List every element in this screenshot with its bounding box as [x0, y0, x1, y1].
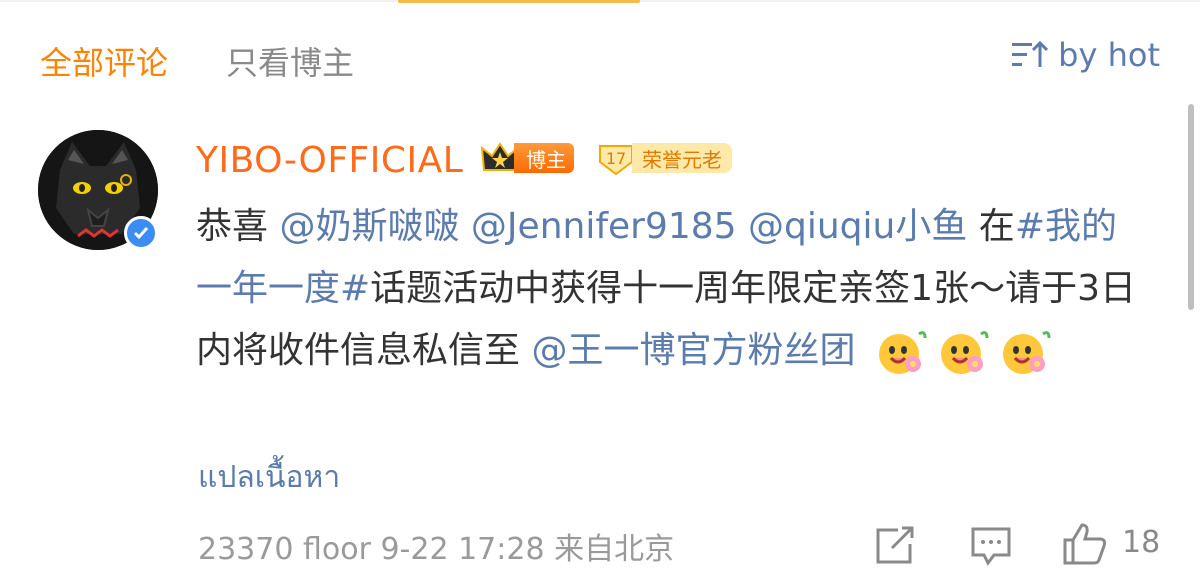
- tab-owner-only[interactable]: 只看博主: [226, 38, 354, 84]
- honor-badge: 17 荣誉元老: [596, 140, 732, 176]
- owner-badge-label: 博主: [514, 143, 574, 173]
- sort-icon: [1012, 40, 1049, 67]
- comment-meta: 23370 floor 9-22 17:28 来自北京: [198, 524, 674, 568]
- mention-link[interactable]: @王一博官方粉丝团: [531, 330, 855, 371]
- tab-all-comments[interactable]: 全部评论: [40, 38, 168, 84]
- floor-number: 23370 floor: [198, 532, 371, 567]
- like-count: 18: [1122, 525, 1161, 560]
- mention-link[interactable]: @qiuqiu小鱼: [748, 206, 967, 247]
- scrollbar[interactable]: [1188, 104, 1194, 310]
- comment-text-prefix: 恭喜: [196, 206, 280, 247]
- verified-icon: [124, 216, 158, 250]
- flower-emoji-icon: [1002, 331, 1051, 374]
- location: 来自北京: [554, 532, 675, 567]
- comment-icon[interactable]: [970, 526, 1012, 566]
- flower-emoji-icon: [940, 331, 989, 374]
- sort-button[interactable]: by hot: [1010, 36, 1160, 74]
- honor-badge-label: 荣誉元老: [632, 143, 732, 173]
- username[interactable]: YIBO-OFFICIAL: [196, 140, 463, 181]
- diamond-level-icon: 17: [599, 145, 633, 176]
- timestamp: 9-22 17:28: [380, 532, 545, 567]
- flower-emoji-icon: [878, 331, 927, 374]
- mention-link[interactable]: @奶斯啵啵: [279, 206, 459, 247]
- share-icon[interactable]: [874, 526, 916, 566]
- sort-label: by hot: [1058, 36, 1160, 74]
- honor-level: 17: [606, 149, 626, 168]
- comment-text: 恭喜 @奶斯啵啵 @Jennifer9185 @qiuqiu小鱼 在#我的一年一…: [196, 196, 1146, 382]
- like-icon[interactable]: [1062, 522, 1108, 566]
- mention-link[interactable]: @Jennifer9185: [471, 206, 737, 247]
- top-accent-bar: [398, 0, 640, 3]
- comment-text-mid: 在: [967, 206, 1015, 247]
- owner-badge: 博主: [480, 140, 574, 176]
- translate-link[interactable]: แปลเนื้อหา: [198, 454, 340, 501]
